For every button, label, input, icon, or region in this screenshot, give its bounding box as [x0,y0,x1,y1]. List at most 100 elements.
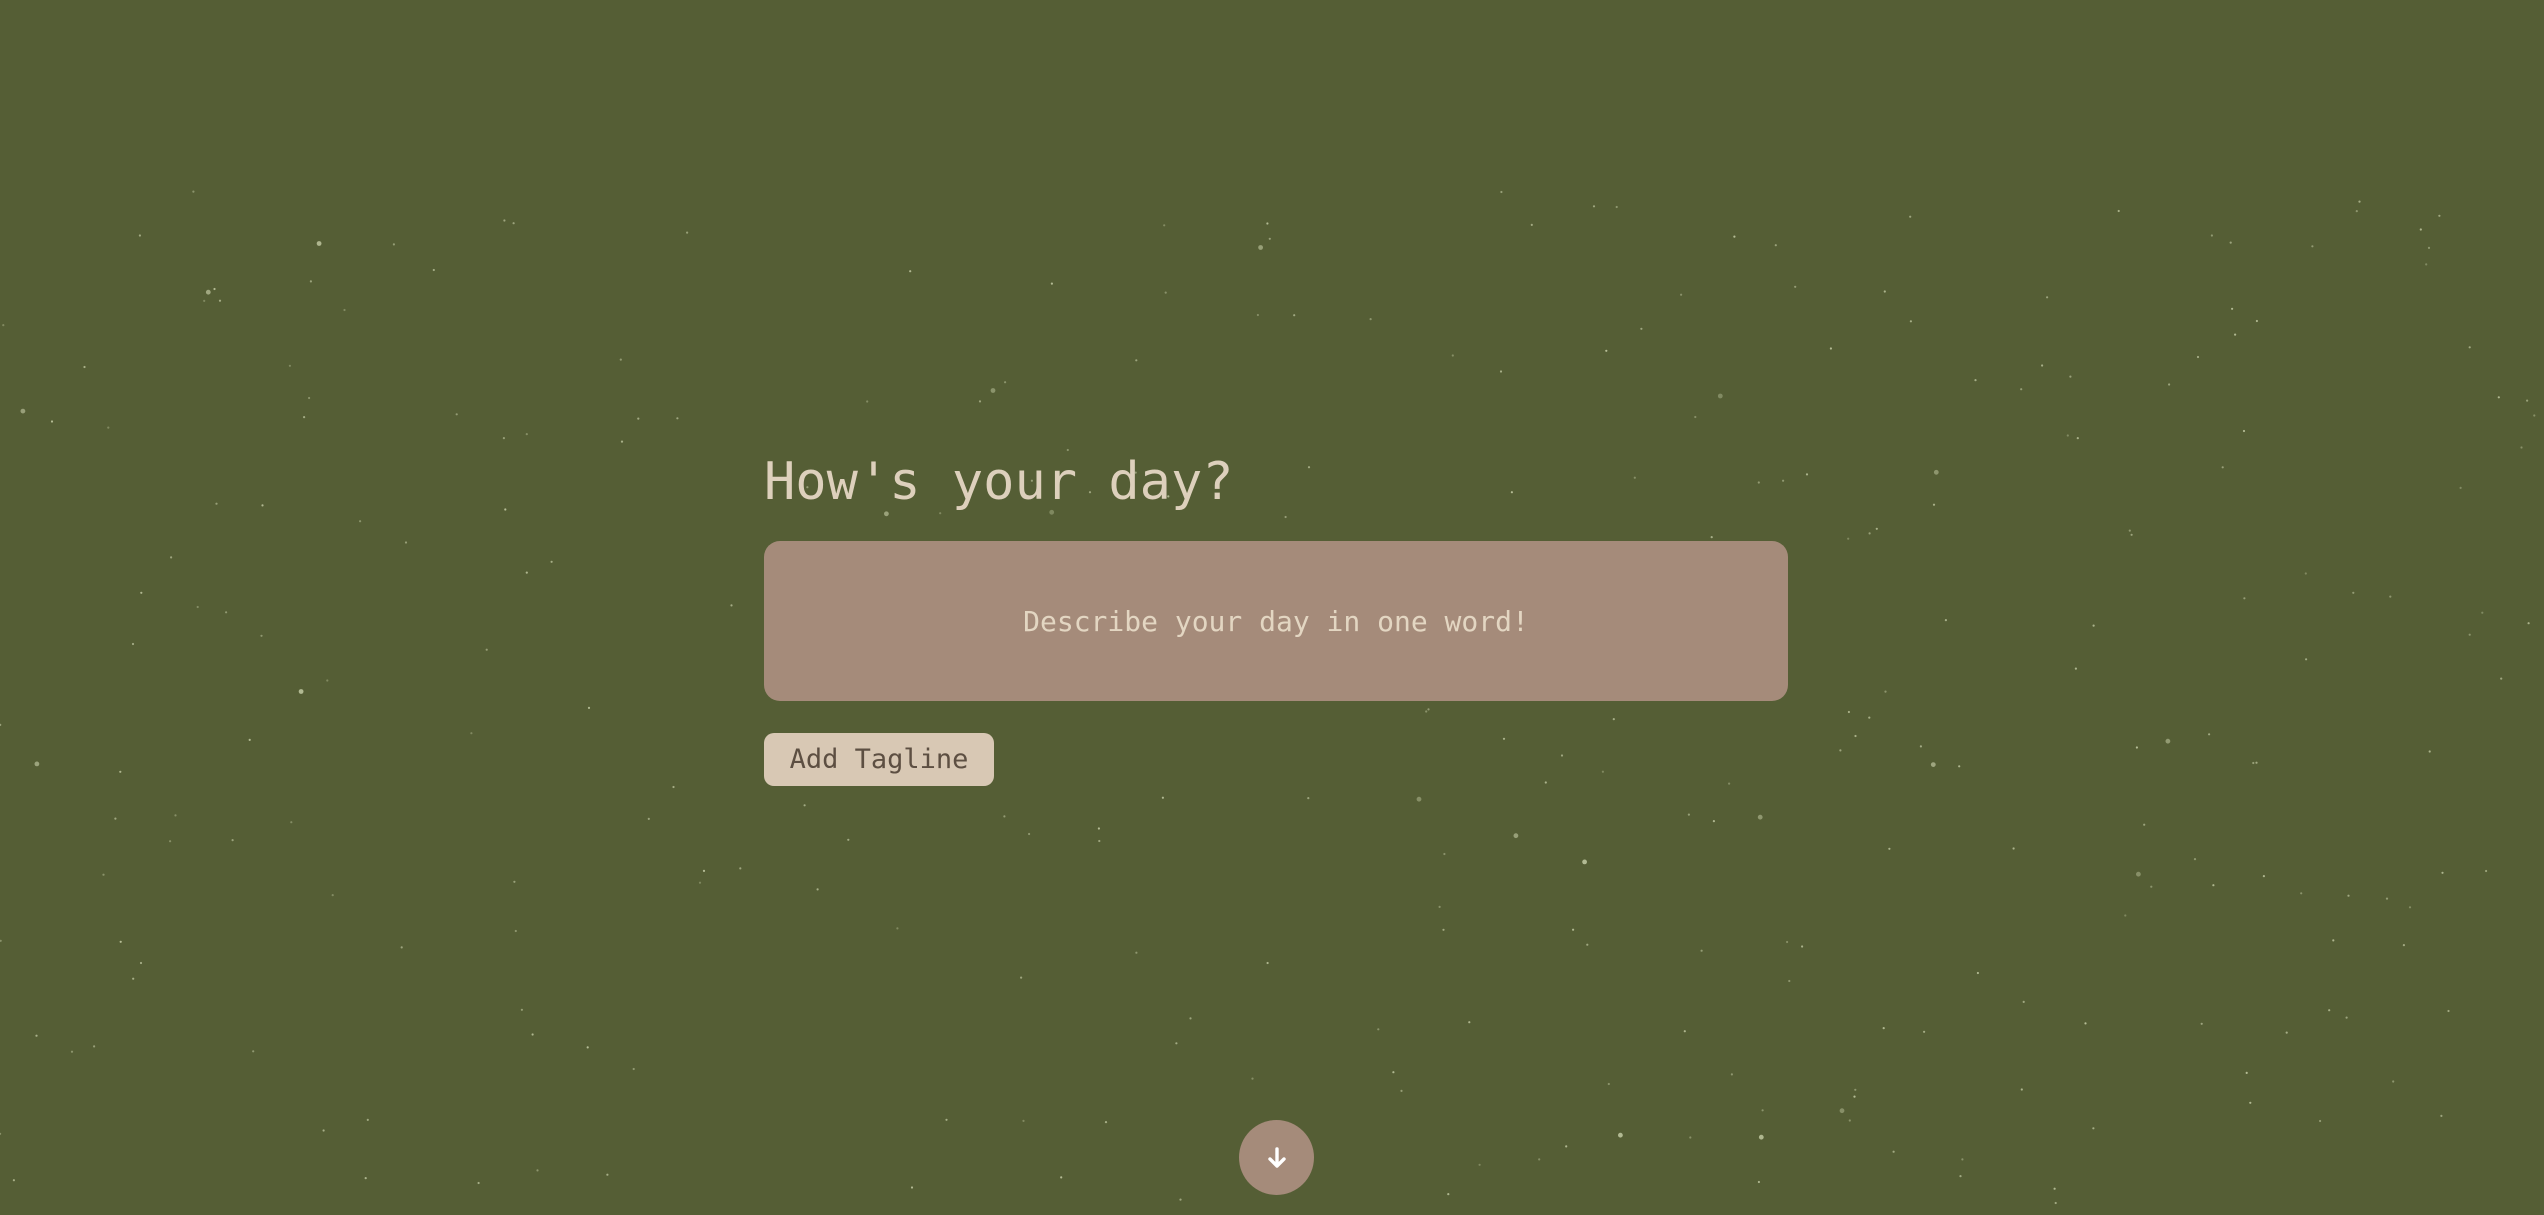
star-dot [1728,782,1731,785]
star-dot [2135,746,2138,749]
star-dot [1425,710,1428,713]
star-dot [1733,235,1736,238]
star-dot [192,190,195,193]
star-dot [119,940,122,943]
star-dot [512,222,515,225]
scroll-down-button[interactable] [1239,1120,1314,1195]
star-dot [2332,939,2335,942]
add-tagline-button[interactable]: Add Tagline [764,733,994,786]
star-dot [70,1050,74,1053]
star-dot [1854,1088,1857,1091]
star-dot [1868,716,1871,719]
star-dot [298,689,304,694]
star-dot [2221,466,2224,469]
star-dot [2128,529,2131,532]
star-dot [606,1173,609,1176]
star-dot [2425,263,2428,266]
star-dot [514,929,517,933]
star-dot [1875,527,1878,530]
star-dot [587,706,591,710]
star-dot [215,502,218,505]
star-dot [2285,1031,2288,1034]
page-background: How's your day? Add Tagline [0,0,2544,1215]
star-dot [1848,1119,1851,1122]
star-dot [2459,486,2462,489]
star-dot [1717,393,1723,399]
star-dot [83,365,86,369]
star-dot [303,416,306,419]
tagline-input[interactable] [764,541,1788,701]
star-dot [1710,536,1713,539]
star-dot [1369,318,1372,321]
star-dot [803,804,806,807]
star-dot [1416,796,1422,802]
star-dot [676,417,679,420]
star-dot [131,642,135,646]
star-dot [1258,245,1263,250]
star-dot [1392,1071,1395,1074]
star-dot [1930,762,1936,767]
star-dot [2526,399,2529,402]
star-dot [1615,205,1618,209]
star-dot [1175,1042,1178,1045]
star-dot [1909,320,1912,323]
star-dot [1868,532,1871,535]
star-dot [2447,1009,2450,1013]
star-dot [2,324,5,327]
star-dot [2497,396,2500,399]
star-dot [1757,814,1763,820]
star-dot [366,1118,369,1121]
star-dot [2319,1119,2322,1123]
star-dot [1933,469,1939,475]
star-dot [2212,884,2215,887]
star-dot [525,571,528,574]
star-dot [261,504,264,507]
star-dot [978,400,982,403]
star-dot [1004,381,1007,384]
star-dot [1268,237,1271,240]
star-dot [1060,1176,1063,1179]
star-dot [0,723,2,726]
star-dot [359,520,362,523]
star-dot [1443,852,1446,856]
star-dot [1829,347,1832,350]
star-dot [2020,388,2023,391]
star-dot [1447,1193,1450,1196]
star-dot [1976,971,1979,975]
star-dot [12,1179,15,1182]
star-dot [1794,285,1797,288]
star-dot [1050,282,1053,285]
star-dot [1883,290,1886,293]
star-dot [218,299,222,302]
star-dot [2022,1000,2025,1004]
star-dot [686,231,689,234]
star-dot [2255,319,2258,323]
star-dot [739,867,742,870]
star-dot [1020,976,1023,979]
star-dot [1919,745,1922,748]
star-dot [364,1177,367,1180]
star-dot [470,732,473,735]
star-dot [1892,1150,1895,1153]
star-dot [2092,1127,2095,1130]
star-dot [2441,871,2444,874]
star-dot [248,738,251,742]
star-dot [2130,533,2133,536]
star-dot [2419,228,2422,231]
star-dot [502,437,505,440]
star-dot [990,388,996,393]
star-dot [2076,437,2079,440]
star-dot [2124,914,2127,917]
star-dot [2196,355,2200,359]
star-dot [1179,1198,1182,1201]
star-dot [525,433,528,436]
star-dot [2168,383,2171,386]
star-dot [1427,708,1430,711]
star-dot [1251,1077,1254,1080]
star-dot [1944,619,1947,622]
star-dot [672,785,675,789]
star-dot [432,268,435,272]
star-dot [2229,241,2232,244]
star-dot [1499,370,1503,373]
star-dot [107,426,110,429]
